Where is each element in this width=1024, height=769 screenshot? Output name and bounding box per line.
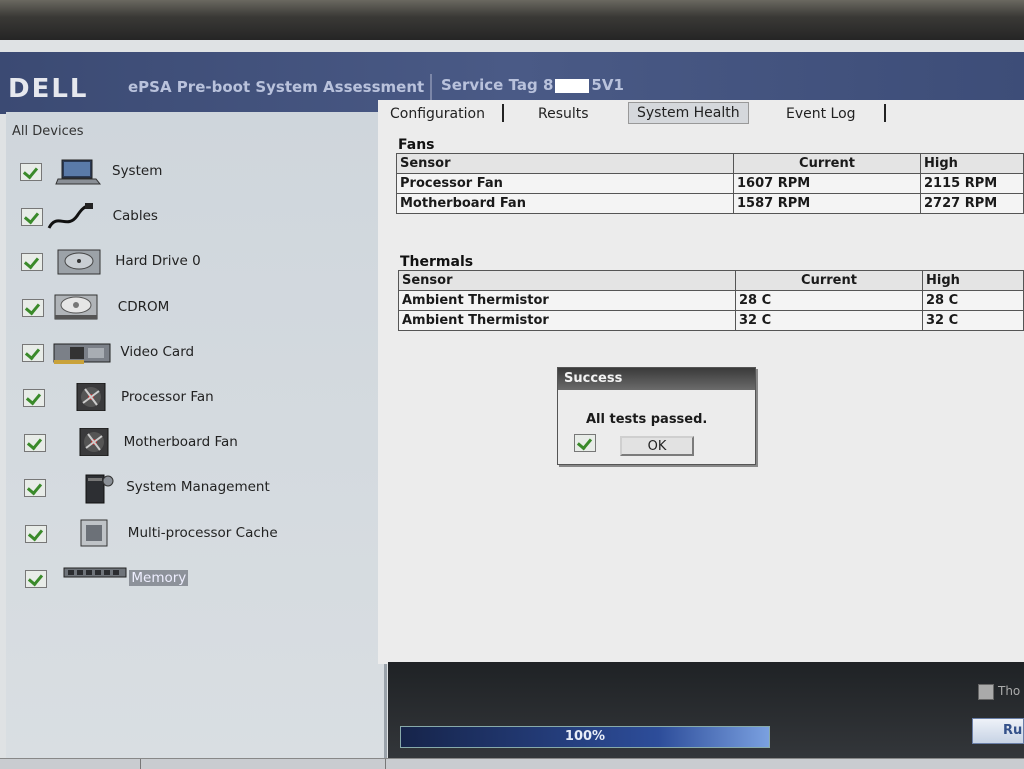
table-cell: Ambient Thermistor <box>398 290 736 311</box>
fans-table: Sensor Current High Processor Fan 1607 R… <box>396 153 1024 214</box>
run-button[interactable]: Ru <box>972 718 1024 744</box>
device-checkbox[interactable] <box>24 479 47 498</box>
column-header: High <box>920 153 1024 174</box>
header-separator <box>430 74 432 100</box>
dialog-title: Success <box>558 368 755 390</box>
table-cell: 2727 RPM <box>920 193 1024 214</box>
table-row: Motherboard Fan 1587 RPM 2727 RPM <box>396 193 1024 214</box>
table-cell: 2115 RPM <box>920 173 1024 194</box>
all-devices-label[interactable]: All Devices <box>12 124 83 139</box>
tab-event-log[interactable]: Event Log <box>786 106 856 122</box>
dell-logo: DELL <box>8 74 89 104</box>
ok-button[interactable]: OK <box>620 436 694 456</box>
device-label: Motherboard Fan <box>123 434 238 451</box>
video-card-icon <box>52 338 111 366</box>
device-label: Video Card <box>120 343 195 360</box>
service-tag: Service Tag 8 5V1 <box>441 76 624 94</box>
device-checkbox[interactable] <box>20 208 43 227</box>
device-label: CDROM <box>117 298 170 315</box>
device-label: Multi-processor Cache <box>127 524 278 541</box>
progress-text: 100% <box>564 729 606 744</box>
device-label: Hard Drive 0 <box>115 253 201 270</box>
tab-bar: Configuration Results System Health Even… <box>378 100 1024 128</box>
table-cell: 32 C <box>922 310 1024 331</box>
redacted-block <box>555 78 590 93</box>
device-label: System Management <box>126 479 270 496</box>
column-header: Sensor <box>398 270 736 291</box>
system-management-icon <box>74 473 122 504</box>
device-checkbox[interactable] <box>24 524 47 543</box>
cpu-icon <box>69 519 117 547</box>
table-cell: 28 C <box>735 290 923 311</box>
service-tag-label: Service Tag 8 <box>441 76 554 94</box>
cdrom-icon <box>52 293 100 321</box>
table-cell: 1587 RPM <box>733 193 921 214</box>
device-label: System <box>112 163 163 179</box>
device-row-system-management[interactable]: System Management <box>24 471 384 504</box>
device-checkbox[interactable] <box>25 569 48 588</box>
device-row-processor-fan[interactable]: Processor Fan <box>23 381 383 413</box>
table-row: Ambient Thermistor 32 C 32 C <box>398 310 1024 331</box>
device-label: Processor Fan <box>121 389 214 405</box>
device-row-memory[interactable]: Memory <box>25 562 385 594</box>
success-dialog: Success All tests passed. OK <box>557 367 756 465</box>
status-bar <box>0 758 1024 769</box>
fans-title: Fans <box>398 137 435 153</box>
device-label: Cables <box>112 208 158 225</box>
hard-drive-icon <box>55 247 103 275</box>
device-label: Memory <box>129 569 189 586</box>
device-row-system[interactable]: System <box>20 155 380 187</box>
tab-results[interactable]: Results <box>538 106 589 122</box>
cable-icon <box>47 202 95 230</box>
memory-icon <box>63 564 127 592</box>
dialog-message: All tests passed. <box>586 412 708 427</box>
device-checkbox[interactable] <box>23 434 46 453</box>
table-cell: Motherboard Fan <box>396 193 734 214</box>
device-row-cables[interactable]: Cables <box>20 200 381 232</box>
device-checkbox[interactable] <box>23 389 45 407</box>
table-cell: 1607 RPM <box>733 173 921 194</box>
option-label: Tho <box>998 684 1021 698</box>
column-header: High <box>922 270 1024 291</box>
bottom-control-area <box>388 662 1024 768</box>
laptop-icon <box>54 157 102 185</box>
app-title: ePSA Pre-boot System Assessment <box>128 78 425 96</box>
device-row-video-card[interactable]: Video Card <box>22 336 382 368</box>
fan-icon <box>67 382 115 412</box>
column-header: Sensor <box>396 153 734 174</box>
progress-bar: 100% <box>400 726 770 748</box>
tab-separator <box>884 104 886 122</box>
table-cell: Processor Fan <box>396 173 734 194</box>
check-icon <box>574 434 596 452</box>
table-cell: 28 C <box>922 290 1024 311</box>
thermals-title: Thermals <box>400 254 474 270</box>
table-row: Processor Fan 1607 RPM 2115 RPM <box>396 173 1024 194</box>
device-row-cdrom[interactable]: CDROM <box>21 291 382 323</box>
device-checkbox[interactable] <box>21 253 44 272</box>
device-row-hard-drive-0[interactable]: Hard Drive 0 <box>21 245 381 277</box>
table-header-row: Sensor Current High <box>398 270 1024 291</box>
tab-system-health[interactable]: System Health <box>628 102 749 124</box>
table-cell: 32 C <box>735 310 923 331</box>
service-tag-suffix: 5V1 <box>591 76 624 94</box>
tab-separator <box>502 104 504 122</box>
tab-configuration[interactable]: Configuration <box>390 106 485 122</box>
option-checkbox[interactable] <box>978 684 994 700</box>
column-header: Current <box>735 270 923 291</box>
run-button-label: Ru <box>1003 723 1023 738</box>
device-checkbox[interactable] <box>22 343 45 362</box>
column-header: Current <box>733 153 921 174</box>
table-header-row: Sensor Current High <box>396 153 1024 174</box>
table-row: Ambient Thermistor 28 C 28 C <box>398 290 1024 311</box>
device-checkbox[interactable] <box>21 298 44 317</box>
device-checkbox[interactable] <box>20 163 42 181</box>
device-row-motherboard-fan[interactable]: Motherboard Fan <box>23 426 384 458</box>
thermals-table: Sensor Current High Ambient Thermistor 2… <box>398 270 1024 331</box>
table-cell: Ambient Thermistor <box>398 310 736 331</box>
fan-icon <box>70 427 118 457</box>
device-row-multi-processor-cache[interactable]: Multi-processor Cache <box>24 517 385 549</box>
